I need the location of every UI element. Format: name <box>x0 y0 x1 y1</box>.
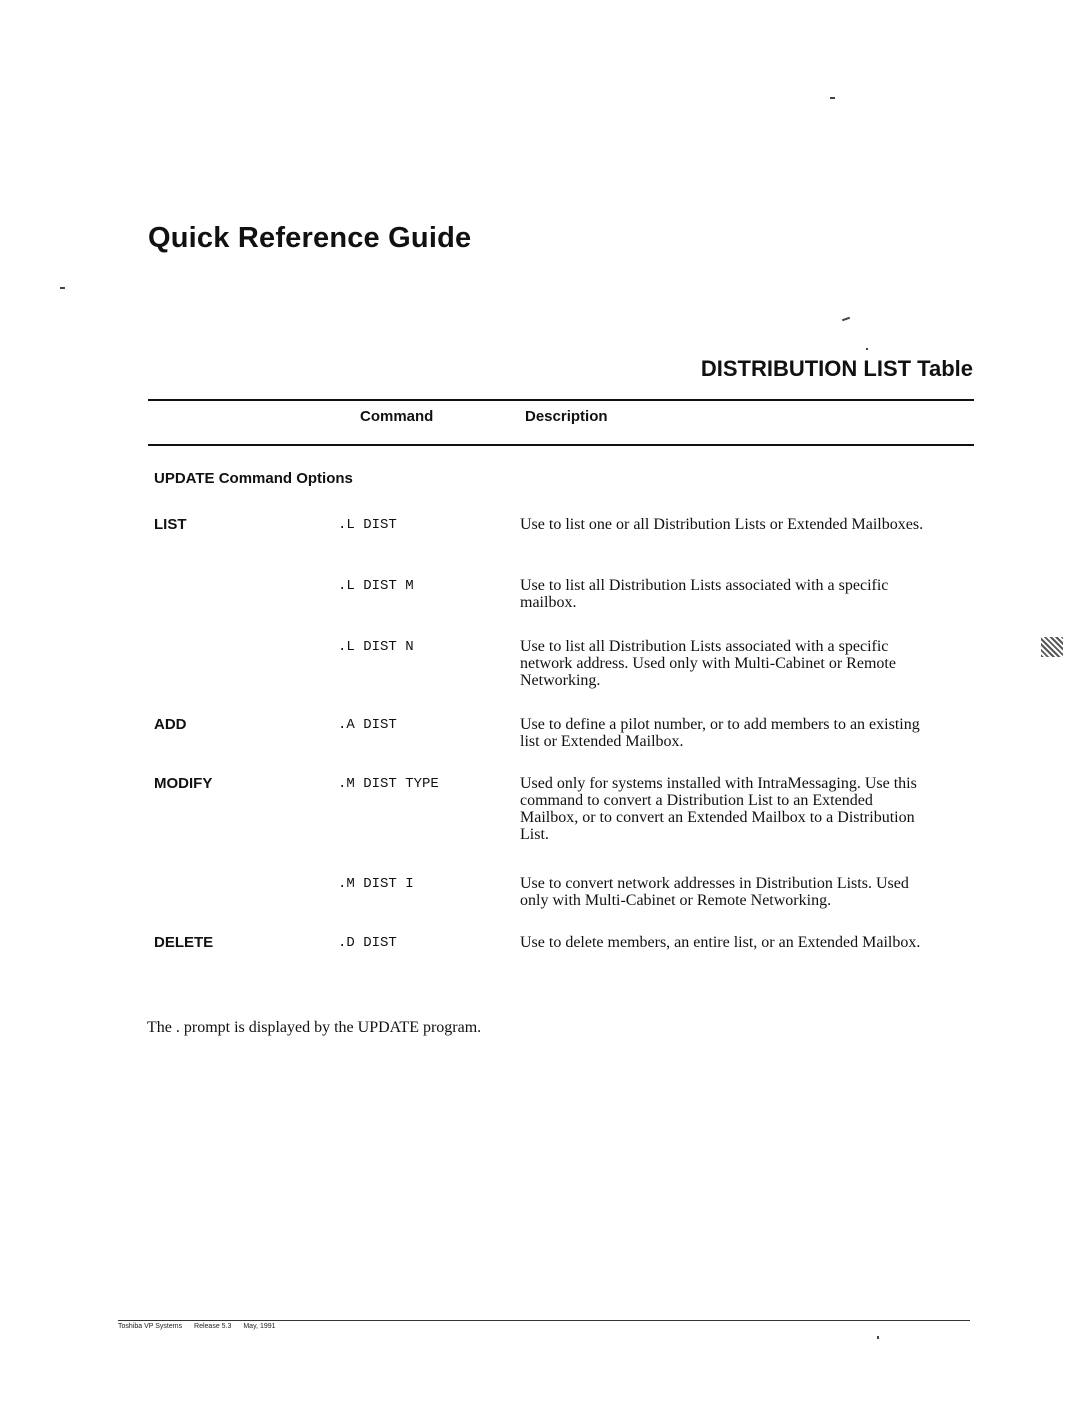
footer-release: Release 5.3 <box>194 1323 232 1330</box>
section-heading: UPDATE Command Options <box>154 470 353 487</box>
footnote: The . prompt is displayed by the UPDATE … <box>147 1019 482 1036</box>
description-text: Use to list all Distribution Lists assoc… <box>520 577 889 611</box>
footer-company: Toshiba VP Systems <box>118 1323 183 1330</box>
scan-speck <box>830 97 835 99</box>
page-footer: Toshiba VP Systems Release 5.3 May, 1991 <box>118 1323 286 1330</box>
command-text: .A DIST <box>338 717 397 733</box>
option-label: LIST <box>154 516 187 533</box>
table-title: DISTRIBUTION LIST Table <box>700 356 973 381</box>
description-text: Use to convert network addresses in Dist… <box>520 875 909 909</box>
footer-rule <box>118 1320 970 1321</box>
description-text: Use to list all Distribution Lists assoc… <box>520 638 896 689</box>
footer-date: May, 1991 <box>243 1323 276 1330</box>
page-title: Quick Reference Guide <box>148 222 472 254</box>
description-text: Use to define a pilot number, or to add … <box>520 716 920 750</box>
scan-speck <box>841 316 851 322</box>
scan-speck <box>877 1336 879 1339</box>
description-text: Use to delete members, an entire list, o… <box>520 934 921 951</box>
command-text: .D DIST <box>338 935 397 951</box>
description-text: Use to list one or all Distribution List… <box>520 516 924 533</box>
command-text: .M DIST I <box>338 876 414 892</box>
scan-smudge <box>1041 637 1063 657</box>
table-header-bottom-rule <box>148 444 974 446</box>
scan-speck <box>866 348 868 350</box>
option-label: MODIFY <box>154 775 213 792</box>
table-header-top-rule <box>148 399 974 401</box>
command-text: .L DIST M <box>338 578 414 594</box>
column-header-command: Command <box>360 408 434 425</box>
option-label: ADD <box>154 716 187 733</box>
command-text: .M DIST TYPE <box>338 776 439 792</box>
column-header-description: Description <box>525 408 608 425</box>
description-text: Used only for systems installed with Int… <box>520 775 917 843</box>
command-text: .L DIST <box>338 517 397 533</box>
command-text: .L DIST N <box>338 639 414 655</box>
option-label: DELETE <box>154 934 214 951</box>
scan-speck <box>60 287 65 289</box>
